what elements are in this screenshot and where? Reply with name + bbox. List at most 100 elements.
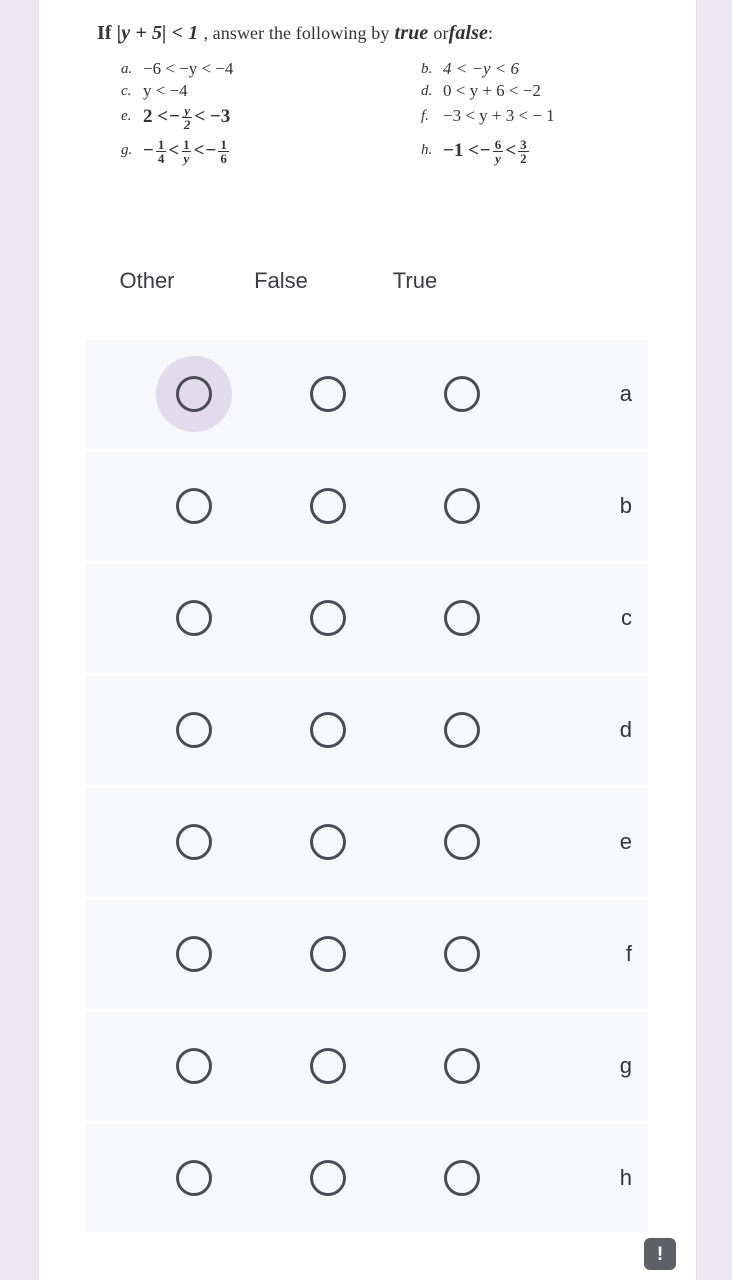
matrix-row-label-d: d	[619, 717, 632, 742]
item-a-label: a.	[121, 61, 133, 78]
radio-circle-icon	[444, 824, 480, 860]
radio-h-true[interactable]	[424, 1140, 500, 1216]
matrix-column-header-false: False	[254, 268, 308, 293]
fab-label: !	[656, 1243, 664, 1265]
item-g-minus-2: −	[205, 139, 217, 161]
radio-circle-icon	[176, 1160, 212, 1196]
radio-a-false[interactable]	[290, 356, 366, 432]
matrix-column-header-true: True	[392, 268, 438, 293]
table-row: a	[86, 340, 648, 448]
item-g-denominator-2: y	[181, 151, 192, 166]
matrix-row-label-g: g	[619, 1053, 632, 1078]
question-item-b: b. 4 < −y < 6	[421, 59, 686, 80]
radio-g-false[interactable]	[290, 1028, 366, 1104]
radio-e-false[interactable]	[290, 804, 366, 880]
question-item-g: g. − 1 4 < 1 y < − 1 6	[121, 137, 421, 166]
radio-b-false[interactable]	[290, 468, 366, 544]
item-g-lt-1: <	[168, 139, 180, 161]
screen: If |y + 5| < 1 , answer the following by…	[0, 0, 732, 1280]
item-f-label: f.	[421, 108, 429, 125]
radio-circle-icon	[444, 712, 480, 748]
table-row: e	[86, 788, 648, 896]
item-g-label: g.	[121, 142, 133, 159]
matrix-row-label-a: a	[619, 381, 632, 406]
prompt-colon: :	[488, 23, 494, 43]
matrix-row-label-b: b	[619, 493, 632, 518]
radio-b-true[interactable]	[424, 468, 500, 544]
item-e-text: 2 < − y 2 < −3	[143, 103, 231, 132]
radio-circle-icon	[310, 936, 346, 972]
table-row: b	[86, 452, 648, 560]
item-e-denominator: 2	[181, 117, 193, 132]
item-e-fraction: y 2	[181, 103, 193, 132]
question-items: a. −6 < −y < −4 b. 4 < −y < 6 c. y < −4 …	[49, 59, 686, 166]
radio-circle-icon	[310, 824, 346, 860]
question-item-d: d. 0 < y + 6 < −2	[421, 81, 686, 102]
item-g-numerator-3: 1	[220, 137, 227, 152]
radio-g-true[interactable]	[424, 1028, 500, 1104]
radio-circle-icon	[310, 1048, 346, 1084]
prompt-false-word: false	[448, 22, 488, 44]
radio-circle-icon	[176, 376, 212, 412]
radio-c-other[interactable]	[156, 580, 232, 656]
item-g-numerator-1: 1	[157, 137, 165, 152]
item-h-lt: <	[505, 139, 517, 161]
radio-d-false[interactable]	[290, 692, 366, 768]
radio-b-other[interactable]	[156, 468, 232, 544]
matrix-rows: a b c d e f g h	[86, 340, 648, 1236]
radio-e-other[interactable]	[156, 804, 232, 880]
radio-circle-icon	[444, 1160, 480, 1196]
item-h-minus: −	[479, 139, 491, 161]
table-row: d	[86, 676, 648, 784]
item-e-pre: 2 <	[143, 105, 169, 127]
radio-f-true[interactable]	[424, 916, 500, 992]
radio-f-other[interactable]	[156, 916, 232, 992]
item-h-numerator-2: 3	[520, 137, 527, 152]
question-image: If |y + 5| < 1 , answer the following by…	[39, 22, 696, 166]
prompt-middle: , answer the following by	[203, 23, 390, 43]
item-b-text: 4 < −y < 6	[443, 59, 519, 79]
radio-g-other[interactable]	[156, 1028, 232, 1104]
radio-h-other[interactable]	[156, 1140, 232, 1216]
radio-a-true[interactable]	[424, 356, 500, 432]
item-e-post: < −3	[194, 105, 231, 127]
radio-circle-icon	[310, 488, 346, 524]
prompt-or-word: or	[433, 23, 449, 43]
radio-circle-icon	[176, 712, 212, 748]
radio-d-true[interactable]	[424, 692, 500, 768]
exclamation-icon[interactable]: !	[644, 1238, 676, 1270]
radio-circle-icon	[444, 600, 480, 636]
radio-a-other[interactable]	[156, 356, 232, 432]
item-g-numerator-2: 1	[183, 137, 190, 152]
radio-circle-icon	[444, 936, 480, 972]
radio-circle-icon	[310, 1160, 346, 1196]
item-g-minus-1: −	[143, 139, 154, 161]
question-item-c: c. y < −4	[121, 81, 421, 102]
table-row: f	[86, 900, 648, 1008]
question-item-h: h. −1 < − 6 y < 3 2	[421, 137, 686, 166]
radio-e-true[interactable]	[424, 804, 500, 880]
item-h-denominator-1: y	[493, 151, 503, 166]
item-h-denominator-2: 2	[518, 151, 529, 166]
question-prompt: If |y + 5| < 1 , answer the following by…	[49, 22, 686, 45]
radio-h-false[interactable]	[290, 1140, 366, 1216]
radio-f-false[interactable]	[290, 916, 366, 992]
item-e-numerator: y	[184, 103, 191, 118]
radio-circle-icon	[444, 1048, 480, 1084]
matrix-row-label-h: h	[619, 1165, 632, 1190]
matrix-row-label-f: f	[625, 941, 632, 966]
radio-circle-icon	[444, 376, 480, 412]
radio-c-false[interactable]	[290, 580, 366, 656]
item-g-text: − 1 4 < 1 y < − 1 6	[143, 137, 230, 166]
item-h-label: h.	[421, 142, 433, 159]
item-g-denominator-3: 6	[218, 151, 229, 166]
table-row: g	[86, 1012, 648, 1120]
item-c-text: y < −4	[143, 81, 188, 101]
radio-circle-icon	[176, 936, 212, 972]
radio-circle-icon	[176, 824, 212, 860]
item-d-label: d.	[421, 83, 433, 100]
content-card: If |y + 5| < 1 , answer the following by…	[38, 0, 697, 1280]
radio-c-true[interactable]	[424, 580, 500, 656]
item-g-fraction-2: 1 y	[181, 138, 192, 165]
radio-d-other[interactable]	[156, 692, 232, 768]
